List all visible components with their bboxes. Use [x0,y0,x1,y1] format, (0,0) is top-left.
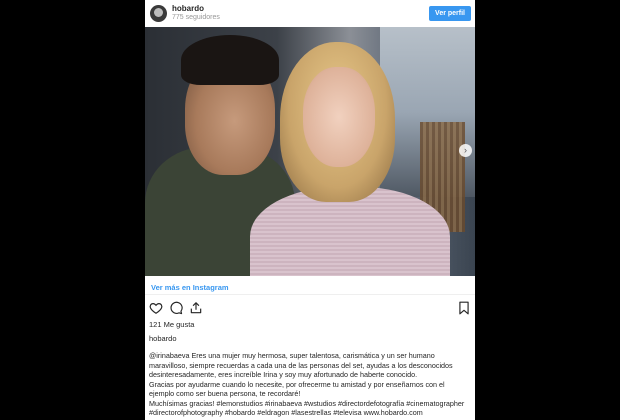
follower-count: 775 seguidores [172,14,220,21]
caption-line: maravilloso, siempre recuerdas a cada un… [149,360,453,370]
view-profile-button[interactable]: Ver perfil [429,6,471,21]
like-count[interactable]: 121 Me gusta [149,320,194,329]
view-more-link[interactable]: Ver más en Instagram [151,283,229,292]
instagram-embed: hobardo 775 seguidores Ver perfil › Ver … [145,0,475,420]
caption-line: @irinabaeva Eres una mujer muy hermosa, … [149,351,435,360]
post-header: hobardo 775 seguidores Ver perfil [145,0,475,27]
caption-line: ejemplo como ser buena persona, te recor… [149,389,301,398]
man-hair [181,35,279,85]
chevron-right-icon[interactable]: › [459,144,472,157]
comment-icon[interactable] [169,301,183,315]
divider [145,294,475,295]
action-bar [149,301,471,317]
caption-line: Gracias por ayudarme cuando lo necesite,… [149,379,445,389]
avatar[interactable] [150,5,167,22]
username[interactable]: hobardo [172,4,204,13]
caption-line: desinteresadamente, eres increíble Irina… [149,370,418,379]
post-photo[interactable]: › [145,27,475,276]
post-author[interactable]: hobardo [149,334,177,343]
bookmark-icon[interactable] [457,301,471,315]
caption-line: #directorofphotography #hobardo #eldrago… [149,408,423,417]
woman-face [303,67,375,167]
post-caption: @irinabaeva Eres una mujer muy hermosa, … [149,351,471,418]
heart-icon[interactable] [149,301,163,315]
caption-line: Muchísimas gracias! #lemonstudios #irina… [149,398,465,408]
upload-icon[interactable] [189,301,203,315]
